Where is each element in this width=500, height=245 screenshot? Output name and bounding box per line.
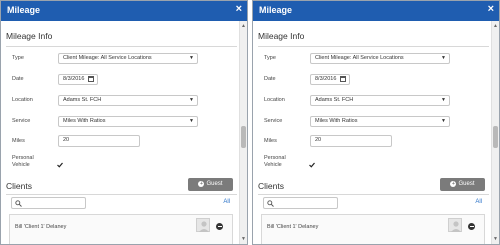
service-label: Service (264, 118, 283, 124)
date-label: Date (12, 76, 24, 82)
mileage-dialog-left: Mileage × Mileage Info Type Client Milea… (0, 0, 248, 245)
client-list-item: Bill 'Client 1' Delaney (261, 214, 485, 244)
all-clients-link[interactable]: All (475, 199, 482, 205)
chevron-down-icon: ▼ (189, 55, 194, 61)
scrollbar-thumb[interactable] (241, 126, 246, 148)
avatar (196, 218, 210, 232)
add-guest-button[interactable]: + Guest (440, 178, 485, 191)
miles-label: Miles (264, 138, 277, 144)
chevron-down-icon: ▼ (441, 55, 446, 61)
mileage-dialog-right: Mileage × Mileage Info Type Client Milea… (252, 0, 500, 245)
service-select[interactable]: Miles With Ratios ▼ (58, 116, 198, 127)
guest-button-label: Guest (458, 181, 475, 187)
chevron-down-icon: ▼ (441, 97, 446, 103)
personal-vehicle-checkbox[interactable] (57, 162, 63, 168)
personal-vehicle-label-line1: Personal (264, 155, 286, 161)
client-search-input[interactable] (263, 197, 338, 209)
type-label: Type (264, 55, 276, 61)
type-value: Client Mileage: All Service Locations (63, 55, 152, 61)
personal-vehicle-checkbox[interactable] (309, 162, 315, 168)
divider (6, 194, 237, 195)
miles-label: Miles (12, 138, 25, 144)
divider (258, 194, 489, 195)
miles-input[interactable]: 20 (58, 135, 140, 147)
date-field[interactable]: 8/3/2016 (310, 74, 350, 85)
avatar (448, 218, 462, 232)
person-placeholder-icon (451, 221, 461, 232)
service-value: Miles With Ratios (63, 118, 106, 124)
service-label: Service (12, 118, 31, 124)
type-label: Type (12, 55, 24, 61)
dialog-body: Mileage Info Type Client Mileage: All Se… (1, 21, 237, 244)
scrollbar[interactable]: ▲ ▼ (239, 21, 247, 244)
service-value: Miles With Ratios (315, 118, 358, 124)
person-placeholder-icon (199, 221, 209, 232)
dialog-body: Mileage Info Type Client Mileage: All Se… (253, 21, 489, 244)
miles-value: 20 (63, 137, 70, 143)
date-value: 8/3/2016 (63, 76, 85, 82)
scroll-up-arrow[interactable]: ▲ (241, 23, 246, 29)
chevron-down-icon: ▼ (441, 118, 446, 124)
type-select[interactable]: Client Mileage: All Service Locations ▼ (310, 53, 450, 64)
scroll-down-arrow[interactable]: ▼ (241, 236, 246, 242)
calendar-icon[interactable] (340, 76, 346, 82)
client-name: Bill 'Client 1' Delaney (267, 224, 319, 230)
close-icon[interactable]: × (488, 3, 494, 15)
chevron-down-icon: ▼ (189, 118, 194, 124)
type-select[interactable]: Client Mileage: All Service Locations ▼ (58, 53, 198, 64)
divider (6, 46, 237, 47)
remove-client-button[interactable] (468, 223, 475, 230)
date-field[interactable]: 8/3/2016 (58, 74, 98, 85)
dialog-titlebar: Mileage × (253, 1, 499, 21)
divider (258, 46, 489, 47)
scrollbar-thumb[interactable] (493, 126, 498, 148)
location-value: Adams St. FCH (315, 97, 354, 103)
chevron-down-icon: ▼ (189, 97, 194, 103)
dialog-title: Mileage (259, 5, 293, 15)
all-clients-link[interactable]: All (223, 199, 230, 205)
add-guest-button[interactable]: + Guest (188, 178, 233, 191)
dialog-title: Mileage (7, 5, 41, 15)
guest-button-label: Guest (206, 181, 223, 187)
personal-vehicle-label-line2: Vehicle (12, 162, 30, 168)
remove-client-button[interactable] (216, 223, 223, 230)
service-select[interactable]: Miles With Ratios ▼ (310, 116, 450, 127)
clients-title: Clients (258, 181, 284, 191)
clients-title: Clients (6, 181, 32, 191)
location-label: Location (264, 97, 285, 103)
dialog-titlebar: Mileage × (1, 1, 247, 21)
client-search-input[interactable] (11, 197, 86, 209)
location-select[interactable]: Adams St. FCH ▼ (310, 95, 450, 106)
personal-vehicle-label-line2: Vehicle (264, 162, 282, 168)
miles-input[interactable]: 20 (310, 135, 392, 147)
location-value: Adams St. FCH (63, 97, 102, 103)
search-icon (267, 200, 274, 207)
plus-icon: + (450, 181, 457, 187)
screenshot-stage: Mileage × Mileage Info Type Client Milea… (0, 0, 500, 245)
client-list-item: Bill 'Client 1' Delaney (9, 214, 233, 244)
scrollbar[interactable]: ▲ ▼ (491, 21, 499, 244)
miles-value: 20 (315, 137, 322, 143)
type-value: Client Mileage: All Service Locations (315, 55, 404, 61)
personal-vehicle-label-line1: Personal (12, 155, 34, 161)
date-label: Date (264, 76, 276, 82)
scroll-down-arrow[interactable]: ▼ (493, 236, 498, 242)
section-title: Mileage Info (258, 31, 305, 41)
date-value: 8/3/2016 (315, 76, 337, 82)
section-title: Mileage Info (6, 31, 53, 41)
calendar-icon[interactable] (88, 76, 94, 82)
client-name: Bill 'Client 1' Delaney (15, 224, 67, 230)
search-icon (15, 200, 22, 207)
location-select[interactable]: Adams St. FCH ▼ (58, 95, 198, 106)
close-icon[interactable]: × (236, 3, 242, 15)
location-label: Location (12, 97, 33, 103)
plus-icon: + (198, 181, 205, 187)
scroll-up-arrow[interactable]: ▲ (493, 23, 498, 29)
